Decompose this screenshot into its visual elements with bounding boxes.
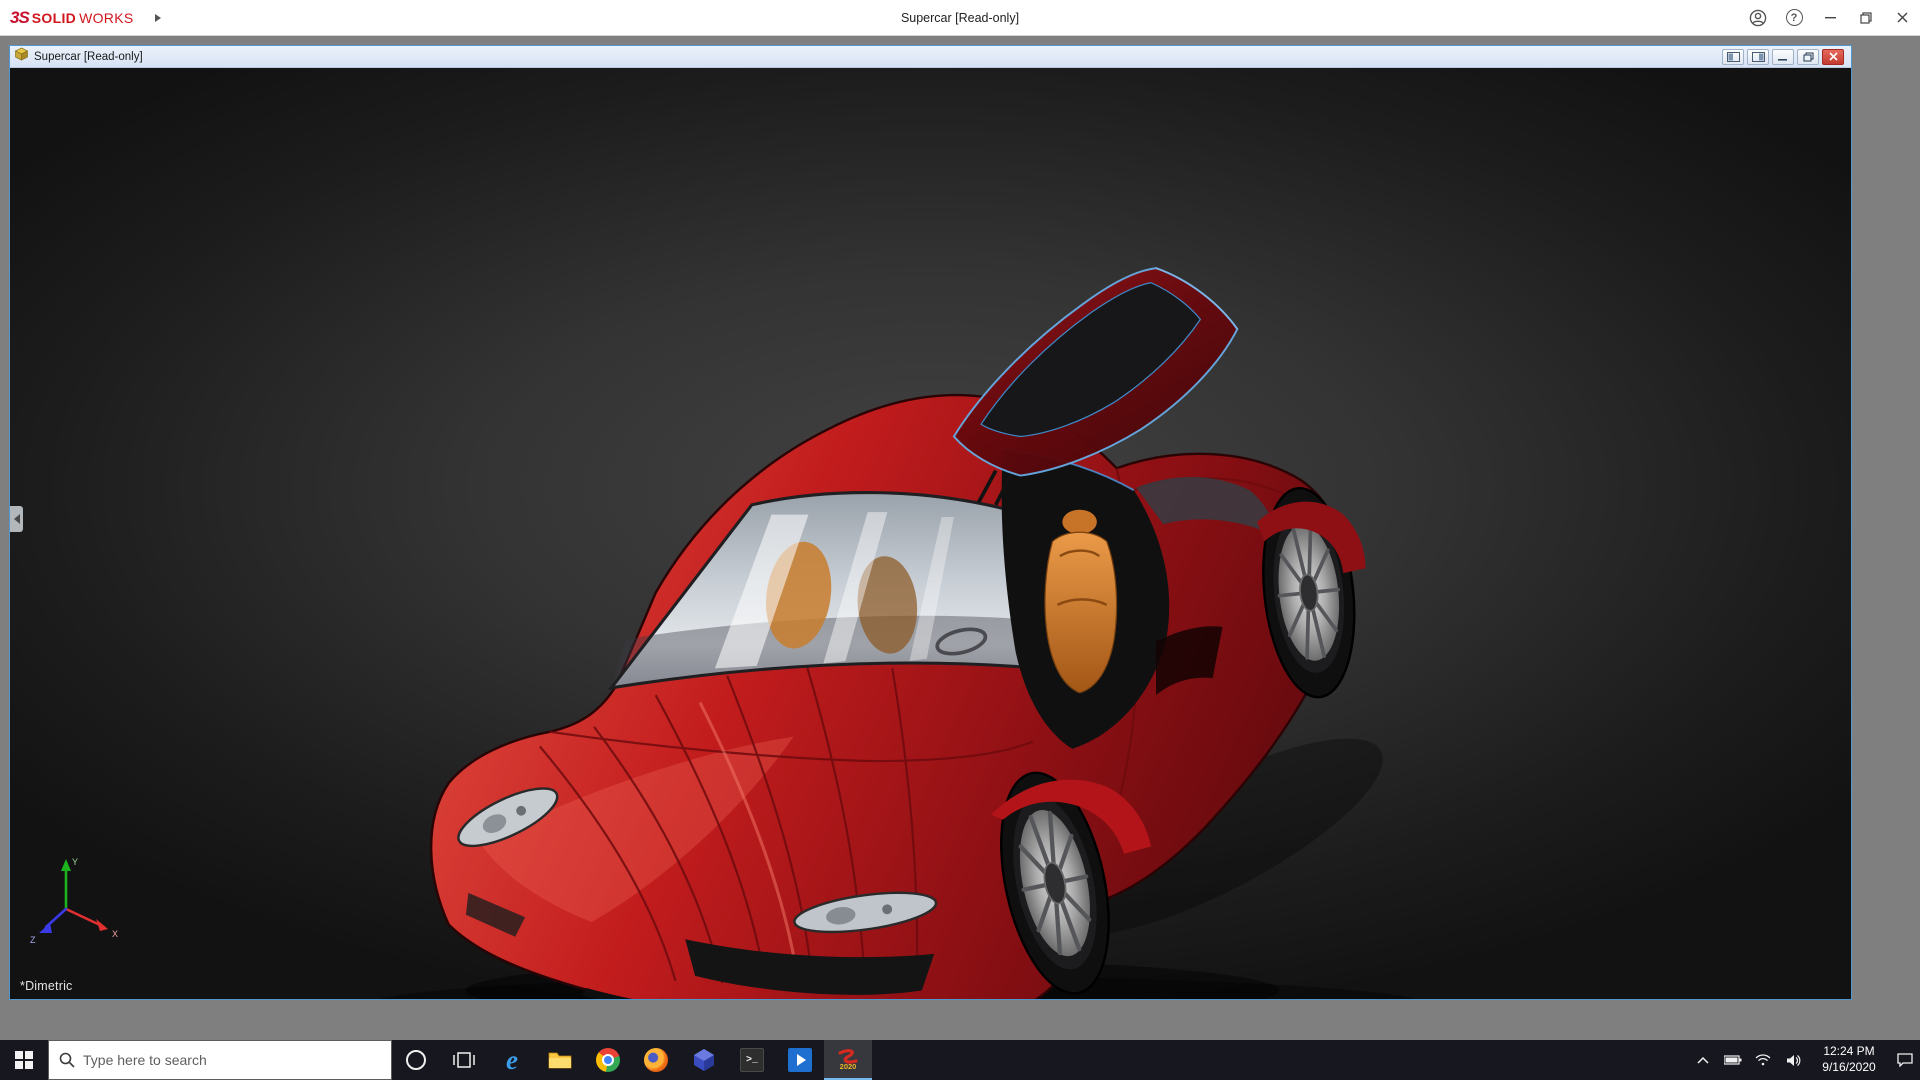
action-center-button[interactable]: [1890, 1040, 1920, 1080]
restore-button[interactable]: [1848, 0, 1884, 36]
wifi-icon: [1755, 1054, 1771, 1066]
document-window: Supercar [Read-only]: [9, 45, 1852, 1000]
help-icon[interactable]: ?: [1776, 0, 1812, 36]
tray-network[interactable]: [1748, 1040, 1778, 1080]
triad-y-label: Y: [72, 857, 78, 867]
brand-solid: SOLID: [32, 10, 76, 26]
system-tray: 12:24 PM 9/16/2020: [1688, 1040, 1920, 1080]
chevron-up-icon: [1697, 1056, 1709, 1064]
tray-battery[interactable]: [1718, 1040, 1748, 1080]
tray-show-hidden-icons[interactable]: [1688, 1040, 1718, 1080]
solidworks-year-badge: 2020: [840, 1063, 857, 1071]
collapse-arrow-icon: [14, 514, 20, 524]
taskbar-app-media[interactable]: [776, 1040, 824, 1080]
doc-minimize-icon[interactable]: [1772, 49, 1794, 65]
taskbar-app-terminal[interactable]: >_: [728, 1040, 776, 1080]
windows-logo-icon: [15, 1051, 33, 1069]
taskbar-app-edge[interactable]: e: [488, 1040, 536, 1080]
app-window-title: Supercar [Read-only]: [0, 11, 1920, 25]
media-app-icon: [788, 1048, 812, 1072]
taskbar-app-solidworks[interactable]: 2020: [824, 1040, 872, 1080]
taskbar-search[interactable]: [48, 1040, 392, 1080]
tray-volume[interactable]: [1778, 1040, 1808, 1080]
brand-works: WORKS: [79, 10, 133, 26]
client-area: Supercar [Read-only]: [0, 37, 1920, 1040]
firefox-icon: [644, 1048, 668, 1072]
clock-date: 9/16/2020: [1822, 1060, 1875, 1076]
minimize-button[interactable]: [1812, 0, 1848, 36]
orientation-triad: Y X Z: [28, 837, 138, 947]
file-explorer-icon: [548, 1050, 572, 1070]
solidworks-logo: 3S SOLID WORKS: [0, 8, 133, 28]
triad-z-label: Z: [30, 935, 36, 945]
cortana-button[interactable]: [392, 1040, 440, 1080]
taskbar-app-edrawings[interactable]: [680, 1040, 728, 1080]
cortana-icon: [406, 1050, 426, 1070]
task-view-button[interactable]: [440, 1040, 488, 1080]
featuremanager-expand-tab[interactable]: [10, 506, 23, 532]
clock-time: 12:24 PM: [1823, 1044, 1874, 1060]
seat-headrest: [1062, 510, 1097, 534]
taskbar-app-chrome[interactable]: [584, 1040, 632, 1080]
solidworks-logo-mark: 3S: [10, 8, 29, 28]
supercar-3d-model[interactable]: [10, 68, 1851, 999]
part-document-icon: [14, 47, 29, 66]
edrawings-icon: [692, 1048, 716, 1072]
solidworks-app-icon: 2020: [837, 1049, 859, 1071]
pane-right-icon[interactable]: [1747, 49, 1769, 65]
search-input[interactable]: [83, 1052, 391, 1068]
task-view-icon: [453, 1051, 475, 1069]
screen: 3S SOLID WORKS Supercar [Read-only] ?: [0, 0, 1920, 1080]
pane-left-icon[interactable]: [1722, 49, 1744, 65]
menu-expand-chevron-icon[interactable]: [151, 11, 165, 25]
graphics-viewport[interactable]: Y X Z *Dimetric: [10, 68, 1851, 999]
taskbar-app-firefox[interactable]: [632, 1040, 680, 1080]
app-titlebar: 3S SOLID WORKS Supercar [Read-only] ?: [0, 0, 1920, 36]
close-button[interactable]: [1884, 0, 1920, 36]
view-orientation-label: *Dimetric: [20, 979, 73, 993]
titlebar-controls: ?: [1740, 0, 1920, 35]
chrome-icon: [596, 1048, 620, 1072]
taskbar: e >_: [0, 1040, 1920, 1080]
action-center-icon: [1897, 1053, 1913, 1067]
doc-close-icon[interactable]: [1822, 49, 1844, 65]
account-icon[interactable]: [1740, 0, 1776, 36]
search-icon: [59, 1052, 75, 1068]
start-button[interactable]: [0, 1040, 48, 1080]
document-titlebar[interactable]: Supercar [Read-only]: [10, 46, 1851, 68]
triad-x-label: X: [112, 929, 118, 939]
command-prompt-icon: >_: [740, 1048, 764, 1072]
document-window-controls: [1722, 49, 1847, 65]
edge-icon: e: [506, 1047, 518, 1074]
speaker-icon: [1786, 1054, 1801, 1067]
doc-restore-icon[interactable]: [1797, 49, 1819, 65]
document-title: Supercar [Read-only]: [34, 51, 143, 63]
taskbar-app-file-explorer[interactable]: [536, 1040, 584, 1080]
battery-icon: [1724, 1055, 1742, 1065]
tray-clock[interactable]: 12:24 PM 9/16/2020: [1808, 1040, 1890, 1080]
